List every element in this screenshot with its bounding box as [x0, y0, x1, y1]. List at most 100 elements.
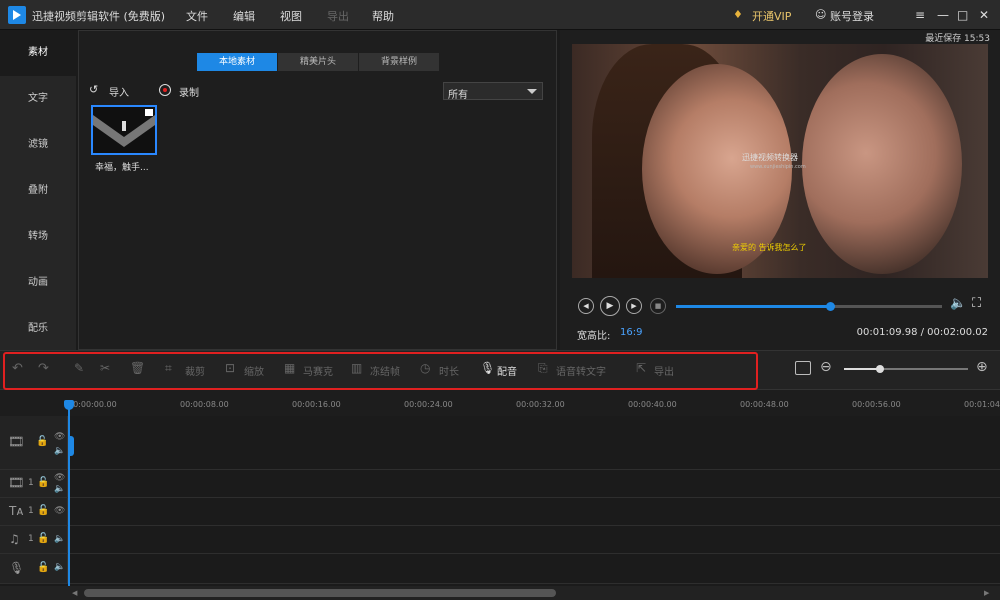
eye-icon[interactable]: 👁 [54, 506, 65, 516]
tab-background[interactable]: 背景样例 [359, 53, 439, 71]
clip-edge-marker[interactable] [68, 436, 74, 456]
lock-icon[interactable]: 🔓 [37, 562, 49, 573]
track-header: 🎞 1 🔓 👁 🔈 [0, 470, 68, 497]
track-text[interactable]: Tᴀ 1 🔓 👁 [0, 498, 1000, 526]
lock-icon[interactable]: 🔓 [37, 533, 49, 544]
preview-panel: 最近保存 15:53 迅捷视频转换器 www.xunjieshipin.com … [560, 30, 1000, 350]
sidebar-item-material[interactable]: 素材 [0, 30, 76, 76]
dub-button[interactable]: 配音 [497, 363, 517, 378]
timeline-ruler[interactable]: 00:00:00.00 00:00:08.00 00:00:16.00 00:0… [0, 390, 1000, 416]
duration-button[interactable]: 时长 [439, 363, 459, 378]
play-icon[interactable]: ▶ [600, 296, 620, 316]
timeline-scrollbar[interactable]: ◀ ▶ [0, 586, 1000, 600]
speaker-icon[interactable]: 🔈 [54, 562, 65, 572]
speaker-icon[interactable]: 🔈 [54, 484, 65, 494]
prev-frame-icon[interactable]: ◀ [578, 298, 594, 314]
import-button[interactable]: 导入 [109, 84, 129, 99]
ruler-tick: 00:00:56.00 [852, 400, 901, 409]
cut-icon[interactable]: ✂ [100, 361, 110, 375]
lock-icon[interactable]: 🔓 [36, 436, 48, 447]
close-icon[interactable]: ✕ [979, 8, 989, 22]
next-frame-icon[interactable]: ▶ [626, 298, 642, 314]
record-icon[interactable] [159, 84, 171, 96]
playhead-handle[interactable] [64, 400, 74, 410]
stop-icon[interactable]: ■ [650, 298, 666, 314]
sidebar-item-text[interactable]: 文字 [0, 76, 76, 122]
lock-icon[interactable]: 🔓 [37, 505, 49, 516]
video-face-right [802, 54, 962, 274]
menu-view[interactable]: 视图 [280, 8, 302, 24]
film-icon: 🎞 [8, 476, 25, 491]
app-title: 迅捷视频剪辑软件 (免费版) [32, 10, 166, 23]
speaker-icon[interactable]: 🔈 [54, 534, 65, 544]
sidebar-item-overlay[interactable]: 叠附 [0, 168, 76, 214]
volume-icon[interactable]: 🔈 [950, 296, 966, 311]
video-watermark-url: www.xunjieshipin.com [750, 164, 806, 170]
zoom-slider-handle[interactable] [876, 365, 884, 373]
zoom-out-icon[interactable]: ⊖ [820, 359, 832, 375]
scroll-right-icon[interactable]: ▶ [984, 589, 989, 597]
undo-icon[interactable]: ↶ [12, 361, 23, 376]
speech-icon[interactable]: ⎘ [538, 361, 548, 376]
zoom-slider[interactable] [844, 365, 968, 373]
zoom-button[interactable]: 缩放 [244, 363, 264, 378]
playhead[interactable] [68, 404, 70, 586]
track-main-video[interactable]: 🎞 🔓 👁 🔈 [0, 416, 1000, 470]
zoom-in-icon[interactable]: ⊕ [976, 359, 988, 375]
maximize-icon[interactable]: □ [957, 8, 968, 22]
sidebar-item-filter[interactable]: 滤镜 [0, 122, 76, 168]
menu-file[interactable]: 文件 [186, 8, 208, 24]
progress-bar[interactable] [676, 302, 942, 311]
speaker-icon[interactable]: 🔈 [54, 446, 65, 456]
scroll-left-icon[interactable]: ◀ [72, 589, 77, 597]
lock-icon[interactable]: 🔓 [37, 477, 49, 488]
eye-icon[interactable]: 👁 [54, 473, 65, 483]
minimize-icon[interactable]: — [937, 8, 949, 22]
track-music[interactable]: ♫ 1 🔓 🔈 [0, 526, 1000, 554]
tab-local-material[interactable]: 本地素材 [197, 53, 277, 71]
crop-button[interactable]: 裁剪 [185, 363, 205, 378]
track-video[interactable]: 🎞 1 🔓 👁 🔈 [0, 470, 1000, 498]
menu-icon[interactable]: ≡ [915, 8, 925, 22]
crop-icon[interactable]: ⌗ [165, 361, 172, 376]
microphone-icon[interactable]: 🎙 [480, 361, 495, 375]
eye-icon[interactable]: 👁 [54, 432, 65, 442]
tab-intro[interactable]: 精美片头 [278, 53, 358, 71]
ruler-tick: 00:00:40.00 [628, 400, 677, 409]
vip-button[interactable]: 开通VIP [752, 8, 791, 24]
scrollbar-thumb[interactable] [84, 589, 556, 597]
mosaic-button[interactable]: 马赛克 [303, 363, 333, 378]
import-icon[interactable]: ↺ [89, 83, 98, 96]
menu-edit[interactable]: 编辑 [233, 8, 255, 24]
clip-thumbnail[interactable] [91, 105, 157, 155]
edit-icon[interactable]: ✎ [74, 361, 84, 375]
menu-help[interactable]: 帮助 [372, 8, 394, 24]
login-button[interactable]: 账号登录 [830, 8, 874, 24]
video-watermark: 迅捷视频转换器 [742, 153, 798, 162]
zoom-icon[interactable]: ⊡ [225, 361, 235, 375]
redo-icon[interactable]: ↷ [38, 361, 49, 376]
sidebar-item-music[interactable]: 配乐 [0, 306, 76, 352]
ruler-tick: 00:00:00.00 [68, 400, 117, 409]
ruler-tick: 00:00:48.00 [740, 400, 789, 409]
export-button[interactable]: 导出 [654, 363, 674, 378]
record-button[interactable]: 录制 [179, 84, 199, 99]
speech-to-text-button[interactable]: 语音转文字 [556, 363, 606, 378]
clock-icon[interactable]: ◷ [420, 361, 430, 375]
fullscreen-icon[interactable]: ⛶ [972, 296, 981, 311]
delete-icon[interactable]: 🗑 [130, 361, 145, 375]
fit-icon[interactable] [795, 361, 811, 375]
track-header: Tᴀ 1 🔓 👁 [0, 498, 68, 525]
sidebar-item-animation[interactable]: 动画 [0, 260, 76, 306]
menu-export[interactable]: 导出 [327, 8, 349, 24]
last-saved: 最近保存 15:53 [925, 34, 990, 44]
freeze-frame-button[interactable]: 冻结帧 [370, 363, 400, 378]
sidebar-item-transition[interactable]: 转场 [0, 214, 76, 260]
export-icon[interactable]: ⇱ [636, 361, 646, 375]
mosaic-icon[interactable]: ▦ [284, 361, 295, 375]
aspect-value[interactable]: 16:9 [620, 327, 642, 338]
progress-handle[interactable] [826, 302, 836, 311]
freeze-icon[interactable]: ▥ [351, 361, 362, 375]
filter-select[interactable]: 所有 [443, 82, 543, 101]
track-voice[interactable]: 🎙 🔓 🔈 [0, 554, 1000, 584]
